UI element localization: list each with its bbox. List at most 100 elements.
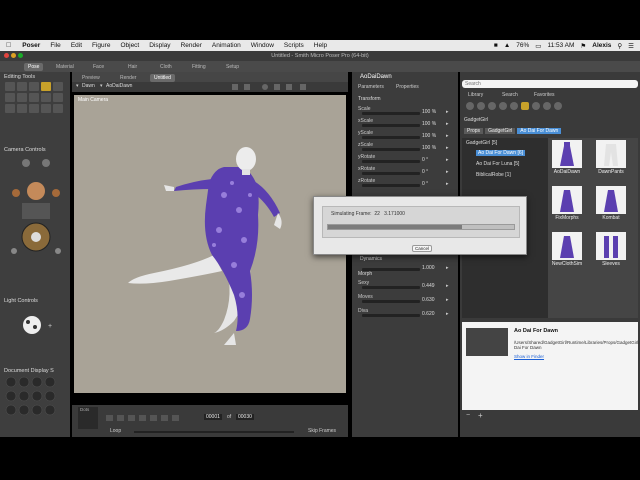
timeline-scrubber[interactable]: [134, 431, 294, 433]
list-item[interactable]: Ao Dai For Dawn [6]: [476, 150, 526, 156]
expressions-category-icon[interactable]: [488, 102, 496, 110]
param-menu-icon[interactable]: ▸: [446, 169, 449, 175]
translate-tool-icon[interactable]: [41, 82, 51, 91]
render-camera-icon[interactable]: [232, 84, 238, 90]
list-icon[interactable]: ☰: [628, 42, 634, 50]
list-item[interactable]: GadgetGirl [5]: [466, 140, 497, 146]
param-menu-icon[interactable]: ▸: [446, 109, 449, 115]
menu-display[interactable]: Display: [144, 42, 175, 49]
step-forward-icon[interactable]: [150, 415, 157, 421]
param-dial[interactable]: [362, 124, 420, 127]
tab-setup[interactable]: Setup: [222, 63, 243, 71]
materials-category-icon[interactable]: [554, 102, 562, 110]
list-item[interactable]: Ao Dai For Luna [5]: [476, 161, 519, 167]
param-row[interactable]: Moves 0.630 ▸: [358, 294, 454, 304]
tab-untitled[interactable]: Untitled: [150, 74, 175, 82]
param-row[interactable]: 1.000 ▸: [358, 262, 454, 272]
morphing-tool-icon[interactable]: [17, 104, 27, 113]
rotate-tool-icon[interactable]: [17, 82, 27, 91]
thumb-sleeves-image[interactable]: [596, 232, 626, 260]
param-menu-icon[interactable]: ▸: [446, 133, 449, 139]
search-icon[interactable]: ⚲: [617, 42, 622, 50]
search-input[interactable]: Search: [465, 81, 481, 87]
direct-manipulation-tool-icon[interactable]: [29, 104, 39, 113]
close-window-button[interactable]: [4, 53, 9, 58]
play-icon[interactable]: [139, 415, 146, 421]
light-controls[interactable]: +: [18, 314, 58, 338]
param-row[interactable]: yRotate 0 ° ▸: [358, 154, 454, 164]
param-dial[interactable]: [362, 148, 420, 151]
grouping-tool-icon[interactable]: [53, 93, 63, 102]
camera-status-icon[interactable]: ■: [494, 42, 498, 49]
param-row[interactable]: Diva 0.620 ▸: [358, 308, 454, 318]
tab-material[interactable]: Material: [52, 63, 78, 71]
figure-scene[interactable]: [74, 95, 346, 393]
lighting-icon[interactable]: [262, 84, 268, 90]
layout-icon[interactable]: [300, 84, 306, 90]
translate-in-out-tool-icon[interactable]: [53, 82, 63, 91]
param-menu-icon[interactable]: ▸: [446, 181, 449, 187]
stop-icon[interactable]: [128, 415, 135, 421]
camera-controls[interactable]: [8, 155, 64, 265]
tab-fitting[interactable]: Fitting: [188, 63, 210, 71]
grid-icon[interactable]: [274, 84, 280, 90]
thumb-dawnpants-image[interactable]: [596, 140, 626, 168]
menu-window[interactable]: Window: [246, 42, 279, 49]
menu-file[interactable]: File: [45, 42, 65, 49]
param-dial[interactable]: [362, 112, 420, 115]
add-item-icon[interactable]: +: [478, 411, 483, 420]
go-to-start-icon[interactable]: [106, 415, 113, 421]
thumb-fixmorphs-image[interactable]: [552, 186, 582, 214]
section-transform[interactable]: Transform: [358, 96, 381, 102]
remove-item-icon[interactable]: −: [466, 412, 470, 419]
document-display-styles[interactable]: [4, 376, 66, 426]
menu-figure[interactable]: Figure: [87, 42, 115, 49]
tab-hair[interactable]: Hair: [124, 63, 141, 71]
param-row[interactable]: yScale 100 % ▸: [358, 130, 454, 140]
menu-edit[interactable]: Edit: [66, 42, 87, 49]
tab-render[interactable]: Render: [116, 74, 140, 82]
tab-pose[interactable]: Pose: [24, 63, 44, 71]
paint-tool-icon[interactable]: [41, 104, 51, 113]
menu-object[interactable]: Object: [115, 42, 144, 49]
show-in-finder-link[interactable]: Show in Finder: [514, 354, 544, 359]
clock[interactable]: 11:53 AM: [547, 42, 574, 49]
current-frame[interactable]: 00001: [204, 414, 222, 420]
param-menu-icon[interactable]: ▸: [446, 121, 449, 127]
param-menu-icon[interactable]: ▸: [446, 145, 449, 151]
tab-favorites[interactable]: Favorites: [534, 92, 555, 98]
view-magnifier-tool-icon[interactable]: [5, 104, 15, 113]
chain-break-tool-icon[interactable]: [29, 93, 39, 102]
param-row[interactable]: zScale 100 % ▸: [358, 142, 454, 152]
param-row[interactable]: xRotate 0 ° ▸: [358, 166, 454, 176]
param-row[interactable]: xScale 100 % ▸: [358, 118, 454, 128]
hair-category-icon[interactable]: [499, 102, 507, 110]
menu-scripts[interactable]: Scripts: [279, 42, 309, 49]
breadcrumb-props[interactable]: Props: [464, 128, 484, 134]
param-row[interactable]: Scale 100 % ▸: [358, 106, 454, 116]
tab-parameters[interactable]: Parameters: [358, 84, 384, 90]
list-item[interactable]: BiblicalRobe [1]: [476, 172, 511, 178]
param-dial[interactable]: [362, 160, 420, 163]
poses-category-icon[interactable]: [477, 102, 485, 110]
thumb-aodaidawn-image[interactable]: [552, 140, 582, 168]
3d-viewport[interactable]: Main Camera: [74, 95, 346, 393]
param-row[interactable]: Sexy 0.449 ▸: [358, 280, 454, 290]
menu-app[interactable]: Poser: [17, 42, 45, 49]
tab-library[interactable]: Library: [468, 92, 483, 98]
apple-icon[interactable]: : [0, 42, 17, 49]
param-menu-icon[interactable]: ▸: [446, 157, 449, 163]
actor-select[interactable]: AoDaiDawn: [106, 83, 132, 89]
param-menu-icon[interactable]: ▸: [446, 283, 449, 289]
tab-face[interactable]: Face: [89, 63, 108, 71]
skip-frames-label[interactable]: Skip Frames: [308, 428, 336, 434]
breadcrumb-gadgetgirl[interactable]: GadgetGirl: [485, 128, 516, 134]
tab-properties[interactable]: Properties: [396, 84, 419, 90]
total-frames[interactable]: 00030: [236, 414, 254, 420]
thumb-newclothsim-image[interactable]: [552, 232, 582, 260]
menu-animation[interactable]: Animation: [207, 42, 246, 49]
zoom-window-button[interactable]: [18, 53, 23, 58]
param-menu-icon[interactable]: ▸: [446, 311, 449, 317]
wifi-icon[interactable]: ▲: [504, 42, 510, 49]
loop-icon[interactable]: [172, 415, 179, 421]
